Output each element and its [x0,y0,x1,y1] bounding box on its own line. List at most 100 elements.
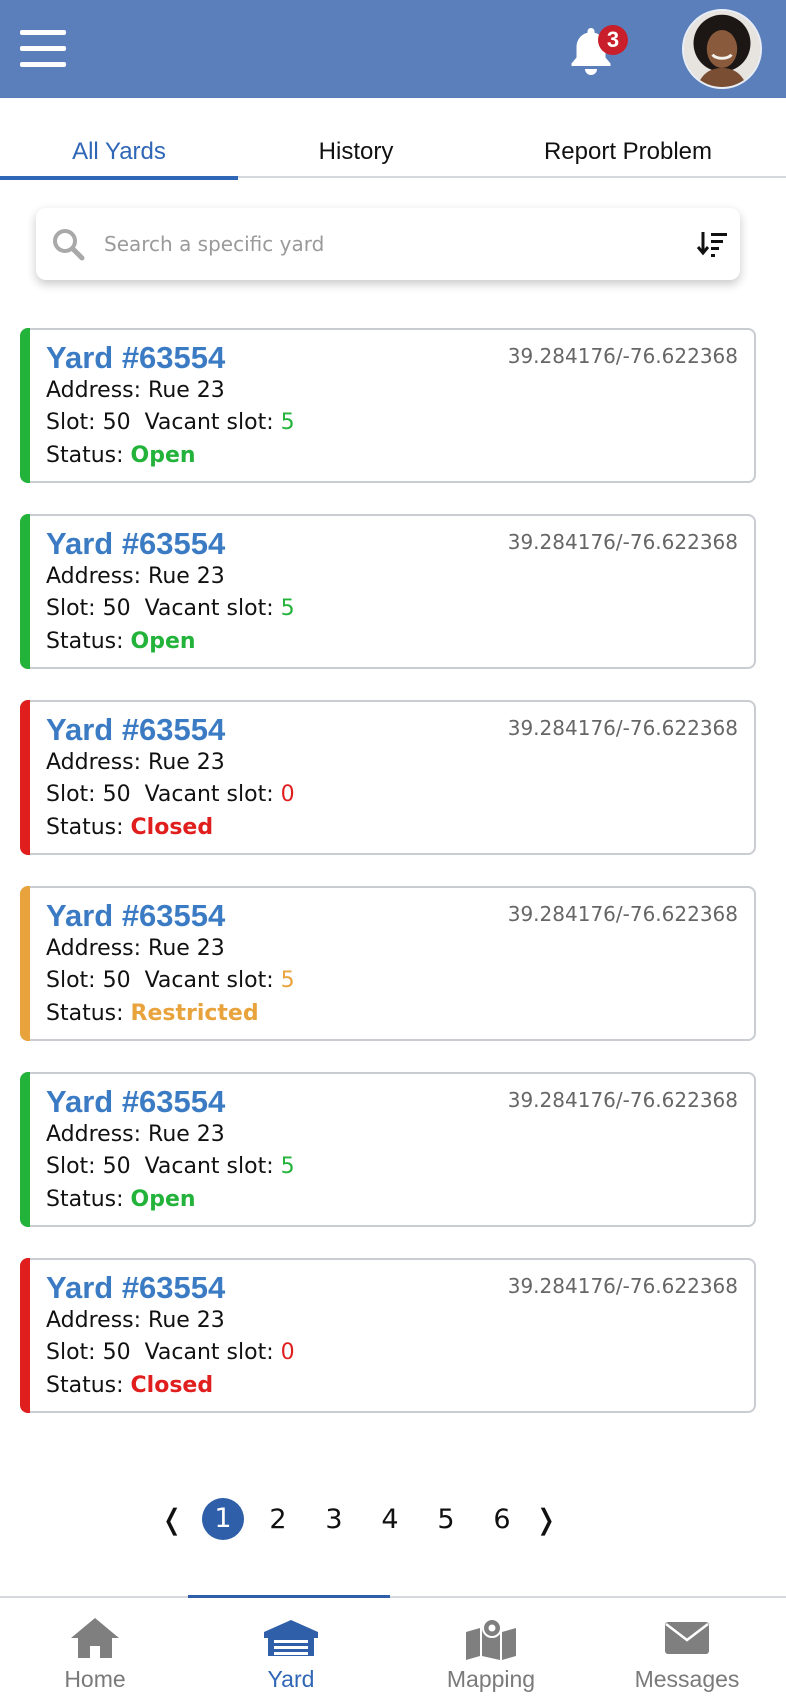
address-label: Address: [46,1122,142,1147]
address-value: Rue 23 [148,936,225,961]
search-input[interactable] [104,218,674,270]
address-label: Address: [46,1308,142,1333]
yard-card[interactable]: Yard #63554 39.284176/-76.622368 Address: … [20,514,756,669]
user-photo-icon [684,11,760,87]
yard-coordinates: 39.284176/-76.622368 [507,1088,738,1112]
envelope-icon [665,1622,709,1654]
yard-title: Yard #63554 [46,526,226,561]
page-2-button[interactable]: 2 [256,1498,300,1542]
yard-title: Yard #63554 [46,898,226,933]
yard-title: Yard #63554 [46,1084,226,1119]
status-accent-bar [20,328,30,483]
page-3-button[interactable]: 3 [312,1498,356,1542]
yard-coordinates: 39.284176/-76.622368 [507,902,738,926]
yard-tabs: All Yards History Report Problem [0,98,786,180]
vacant-slot-label: Vacant slot: [144,782,274,807]
yard-address-line: Address: Rue 23 [46,1308,225,1333]
nav-yard-label: Yard [267,1666,315,1692]
yard-status-line: Status: Closed [46,1373,213,1398]
vacant-slot-value: 0 [280,1340,295,1365]
nav-messages-label: Messages [634,1666,740,1692]
address-value: Rue 23 [148,1308,225,1333]
notification-count-badge: 3 [598,25,628,55]
hamburger-menu-icon[interactable] [20,30,66,68]
yard-status-line: Status: Closed [46,815,213,840]
address-label: Address: [46,750,142,775]
yard-card[interactable]: Yard #63554 39.284176/-76.622368 Address: … [20,1072,756,1227]
slot-value: 50 [102,1154,131,1179]
status-accent-bar [20,886,30,1041]
yard-address-line: Address: Rue 23 [46,1122,225,1147]
yard-slot-line: Slot: 50 Vacant slot: 5 [46,968,295,993]
yard-card[interactable]: Yard #63554 39.284176/-76.622368 Address: … [20,886,756,1041]
slot-value: 50 [102,410,131,435]
status-badge: Closed [130,815,214,840]
slot-value: 50 [102,596,131,621]
yard-address-line: Address: Rue 23 [46,936,225,961]
search-icon [53,229,85,261]
map-icon [466,1618,516,1660]
yard-status-line: Status: Open [46,1187,196,1212]
status-label: Status: [46,1373,124,1398]
notifications-button[interactable]: 3 [568,25,628,82]
tab-report-problem[interactable]: Report Problem [520,98,736,178]
yard-garage-icon [264,1620,318,1656]
vacant-slot-label: Vacant slot: [144,596,274,621]
yard-coordinates: 39.284176/-76.622368 [507,716,738,740]
nav-mapping-label: Mapping [446,1666,536,1692]
page-5-button[interactable]: 5 [424,1498,468,1542]
page-1-button[interactable]: 1 [202,1498,244,1540]
yard-coordinates: 39.284176/-76.622368 [507,530,738,554]
slot-label: Slot: [46,410,96,435]
slot-label: Slot: [46,1340,96,1365]
status-accent-bar [20,1072,30,1227]
yard-status-line: Status: Restricted [46,1001,259,1026]
tab-all-yards[interactable]: All Yards [0,98,238,180]
yard-card[interactable]: Yard #63554 39.284176/-76.622368 Address: … [20,328,756,483]
yard-address-line: Address: Rue 23 [46,378,225,403]
vacant-slot-value: 5 [280,410,295,435]
status-badge: Open [130,443,196,468]
page-6-button[interactable]: 6 [480,1498,524,1542]
yard-title: Yard #63554 [46,1270,226,1305]
nav-messages[interactable]: Messages [602,1598,772,1704]
slot-value: 50 [102,968,131,993]
next-page-button[interactable]: ❭ [534,1498,558,1542]
slot-value: 50 [102,1340,131,1365]
yard-card[interactable]: Yard #63554 39.284176/-76.622368 Address: … [20,1258,756,1413]
sort-icon[interactable] [696,230,728,258]
page-4-button[interactable]: 4 [368,1498,412,1542]
address-label: Address: [46,936,142,961]
nav-home[interactable]: Home [10,1598,180,1704]
vacant-slot-label: Vacant slot: [144,410,274,435]
yard-card[interactable]: Yard #63554 39.284176/-76.622368 Address: … [20,700,756,855]
address-label: Address: [46,564,142,589]
status-accent-bar [20,514,30,669]
avatar[interactable] [682,9,762,89]
yard-coordinates: 39.284176/-76.622368 [507,344,738,368]
nav-yard[interactable]: Yard [206,1598,376,1704]
bottom-navigation: Home Yard Mapping Messages [0,1595,786,1704]
tab-history[interactable]: History [262,98,450,178]
yard-slot-line: Slot: 50 Vacant slot: 0 [46,1340,295,1365]
vacant-slot-label: Vacant slot: [144,1340,274,1365]
status-label: Status: [46,1187,124,1212]
slot-value: 50 [102,782,131,807]
yard-slot-line: Slot: 50 Vacant slot: 5 [46,596,295,621]
search-bar [36,208,740,280]
app-header: 3 [0,0,786,98]
yard-coordinates: 39.284176/-76.622368 [507,1274,738,1298]
nav-home-label: Home [64,1666,126,1692]
yard-slot-line: Slot: 50 Vacant slot: 5 [46,410,295,435]
status-label: Status: [46,815,124,840]
slot-label: Slot: [46,596,96,621]
address-value: Rue 23 [148,750,225,775]
slot-label: Slot: [46,782,96,807]
vacant-slot-value: 5 [280,596,295,621]
vacant-slot-label: Vacant slot: [144,1154,274,1179]
address-label: Address: [46,378,142,403]
status-badge: Restricted [130,1001,259,1026]
prev-page-button[interactable]: ❬ [160,1498,184,1542]
status-accent-bar [20,700,30,855]
nav-mapping[interactable]: Mapping [406,1598,576,1704]
